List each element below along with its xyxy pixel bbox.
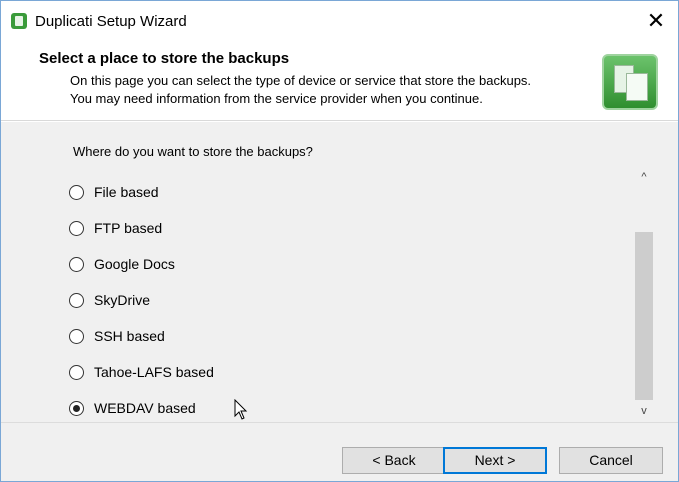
option-label: Tahoe-LAFS based [94, 364, 214, 380]
mouse-cursor-icon [234, 399, 248, 420]
option-label: SkyDrive [94, 292, 151, 308]
option-google-docs[interactable]: Google Docs [69, 252, 175, 276]
option-ssh-based[interactable]: SSH based [69, 324, 165, 348]
option-ftp-based[interactable]: FTP based [69, 216, 162, 240]
header-title: Select a place to store the backups [39, 50, 290, 67]
header-description: On this page you can select the type of … [70, 72, 590, 108]
option-webdav-based[interactable]: WEBDAV based [69, 396, 196, 420]
back-button[interactable]: < Back [342, 447, 446, 474]
title-bar: Duplicati Setup Wizard ✕ [1, 1, 678, 41]
option-file-based[interactable]: File based [69, 180, 159, 204]
window-title: Duplicati Setup Wizard [35, 13, 187, 30]
option-label: SSH based [94, 328, 165, 344]
cancel-button[interactable]: Cancel [559, 447, 663, 474]
wizard-header: Select a place to store the backups On t… [1, 41, 678, 121]
option-label: File based [94, 184, 159, 200]
next-button[interactable]: Next > [443, 447, 547, 474]
storage-question: Where do you want to store the backups? [73, 144, 313, 159]
radio-file-based[interactable] [69, 184, 84, 200]
wizard-body: Where do you want to store the backups? … [1, 122, 678, 422]
option-tahoe-lafs-based[interactable]: Tahoe-LAFS based [69, 360, 214, 384]
header-description-line1: On this page you can select the type of … [70, 73, 532, 88]
radio-skydrive[interactable] [69, 292, 84, 308]
scroll-down-icon[interactable]: v [633, 400, 655, 422]
storage-options-list: File based FTP based Google Docs SkyDriv… [61, 170, 621, 422]
radio-tahoe-lafs-based[interactable] [69, 364, 84, 380]
radio-ssh-based[interactable] [69, 328, 84, 344]
option-label: FTP based [94, 220, 163, 236]
close-button[interactable]: ✕ [634, 1, 678, 41]
wizard-footer: < Back Next > Cancel [1, 422, 678, 481]
setup-wizard-window: Duplicati Setup Wizard ✕ Select a place … [0, 0, 679, 482]
radio-ftp-based[interactable] [69, 220, 84, 236]
option-label: WEBDAV based [94, 400, 196, 416]
option-label: Google Docs [94, 256, 175, 272]
app-icon [11, 13, 27, 29]
option-skydrive[interactable]: SkyDrive [69, 288, 150, 312]
radio-webdav-based[interactable] [69, 400, 84, 416]
vertical-scrollbar[interactable]: ^ v [633, 166, 655, 422]
scroll-thumb[interactable] [635, 232, 653, 400]
backup-storage-icon [602, 54, 658, 110]
header-description-line2: You may need information from the servic… [70, 91, 483, 106]
radio-google-docs[interactable] [69, 256, 84, 272]
scroll-up-icon[interactable]: ^ [633, 166, 655, 188]
